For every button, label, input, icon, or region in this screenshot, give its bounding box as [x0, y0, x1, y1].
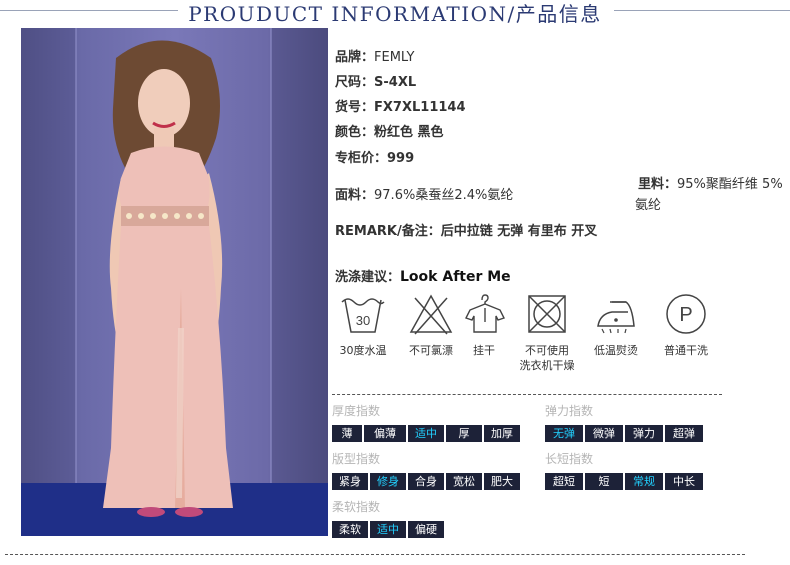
care-title: 洗涤建议：Look After Me: [335, 266, 511, 285]
spec-sku: 货号：FX7XL11144: [335, 96, 466, 115]
spec-remark-value: 后中拉链 无弹 有里布 开叉: [440, 224, 598, 239]
fit-option[interactable]: 肥大: [484, 473, 520, 490]
spec-color: 颜色：粉红色 黑色: [335, 121, 444, 140]
spec-lining-cont: 氨纶: [635, 194, 661, 213]
spec-color-label: 颜色：: [335, 125, 375, 140]
elasticity-option[interactable]: 弹力: [625, 425, 663, 442]
spec-color-value: 粉红色 黑色: [374, 125, 444, 140]
thickness-option[interactable]: 厚: [446, 425, 482, 442]
softness-option-selected[interactable]: 适中: [370, 521, 406, 538]
elasticity-options: 无弹 微弹 弹力 超弹: [545, 425, 705, 442]
softness-label: 柔软指数: [332, 500, 381, 514]
softness-option[interactable]: 柔软: [332, 521, 368, 538]
spec-lining-value-cont: 氨纶: [635, 198, 662, 213]
softness-options: 柔软 适中 偏硬: [332, 521, 446, 538]
spec-size-label: 尺码：: [335, 75, 375, 90]
care-item-wash: 30 30度水温: [327, 292, 399, 358]
length-option[interactable]: 超短: [545, 473, 583, 490]
spec-sku-label: 货号：: [335, 100, 375, 115]
thickness-option[interactable]: 薄: [332, 425, 362, 442]
thickness-option-selected[interactable]: 适中: [408, 425, 444, 442]
care-label-dry-clean: 普通干洗: [664, 344, 708, 357]
fit-options: 紧身 修身 合身 宽松 肥大: [332, 473, 522, 490]
hang-dry-icon: [465, 294, 505, 333]
thickness-option[interactable]: 偏薄: [364, 425, 406, 442]
thickness-option[interactable]: 加厚: [484, 425, 520, 442]
dry-clean-icon: P: [666, 294, 706, 334]
wash-30-icon: 30: [341, 298, 385, 333]
spec-remark: REMARK/备注：后中拉链 无弹 有里布 开叉: [335, 220, 597, 239]
spec-size-value: S-4XL: [374, 75, 417, 90]
care-label-no-tumble-1: 不可使用: [525, 344, 569, 357]
care-item-no-tumble: 不可使用 洗衣机干燥: [511, 292, 583, 373]
spec-lining: 里料：95%聚酯纤维 5%: [638, 173, 783, 192]
wash-temp-number: 30: [356, 313, 370, 328]
low-iron-icon: [597, 301, 635, 334]
softness-option[interactable]: 偏硬: [408, 521, 444, 538]
care-label-wash: 30度水温: [339, 344, 387, 357]
spec-brand-label: 品牌：: [335, 50, 375, 65]
fit-option[interactable]: 紧身: [332, 473, 368, 490]
spec-fabric-value: 97.6%桑蚕丝2.4%氨纶: [374, 188, 514, 203]
section-divider: [332, 394, 722, 395]
spec-fabric-label: 面料：: [335, 188, 375, 203]
elasticity-option-selected[interactable]: 无弹: [545, 425, 583, 442]
spec-price-label: 专柜价：: [335, 151, 388, 166]
length-label: 长短指数: [545, 452, 594, 466]
spec-brand: 品牌：FEMLY: [335, 46, 414, 65]
care-label-no-tumble: 不可使用 洗衣机干燥: [511, 343, 583, 373]
thickness-label: 厚度指数: [332, 404, 381, 418]
spec-brand-value: FEMLY: [374, 50, 415, 65]
care-label-hang-dry: 挂干: [473, 344, 495, 357]
elasticity-label: 弹力指数: [545, 404, 594, 418]
spec-sku-value: FX7XL11144: [374, 100, 466, 115]
spec-price-value: 999: [387, 151, 415, 166]
care-item-dry-clean: P 普通干洗: [650, 292, 722, 358]
header-line-right: [614, 10, 790, 11]
product-photo: [21, 28, 328, 536]
model-illustration: [21, 28, 328, 536]
thickness-options: 薄 偏薄 适中 厚 加厚: [332, 425, 522, 442]
elasticity-option[interactable]: 微弹: [585, 425, 623, 442]
fit-option[interactable]: 合身: [408, 473, 444, 490]
length-option[interactable]: 短: [585, 473, 623, 490]
spec-price: 专柜价：999: [335, 147, 414, 166]
spec-lining-value: 95%聚酯纤维 5%: [677, 177, 783, 192]
fit-option-selected[interactable]: 修身: [370, 473, 406, 490]
care-title-en: Look After Me: [400, 269, 511, 285]
care-title-label: 洗涤建议：: [335, 270, 401, 285]
care-label-iron: 低温熨烫: [594, 344, 638, 357]
bottom-divider: [5, 554, 745, 555]
spec-remark-label: REMARK/备注：: [335, 224, 441, 239]
spec-size: 尺码：S-4XL: [335, 71, 416, 90]
length-options: 超短 短 常规 中长: [545, 473, 705, 490]
fit-option[interactable]: 宽松: [446, 473, 482, 490]
care-item-hang-dry: 挂干: [448, 292, 520, 358]
care-item-iron: 低温熨烫: [580, 292, 652, 358]
fit-label: 版型指数: [332, 452, 381, 466]
no-tumble-dry-icon: [528, 295, 566, 333]
spec-fabric: 面料：97.6%桑蚕丝2.4%氨纶: [335, 184, 513, 203]
length-option[interactable]: 中长: [665, 473, 703, 490]
length-option-selected[interactable]: 常规: [625, 473, 663, 490]
page-title: PROUDUCT INFORMATION/产品信息: [188, 2, 602, 26]
spec-lining-label: 里料：: [638, 177, 678, 192]
elasticity-option[interactable]: 超弹: [665, 425, 703, 442]
care-label-no-tumble-2: 洗衣机干燥: [519, 359, 575, 372]
dry-clean-letter: P: [679, 304, 692, 326]
